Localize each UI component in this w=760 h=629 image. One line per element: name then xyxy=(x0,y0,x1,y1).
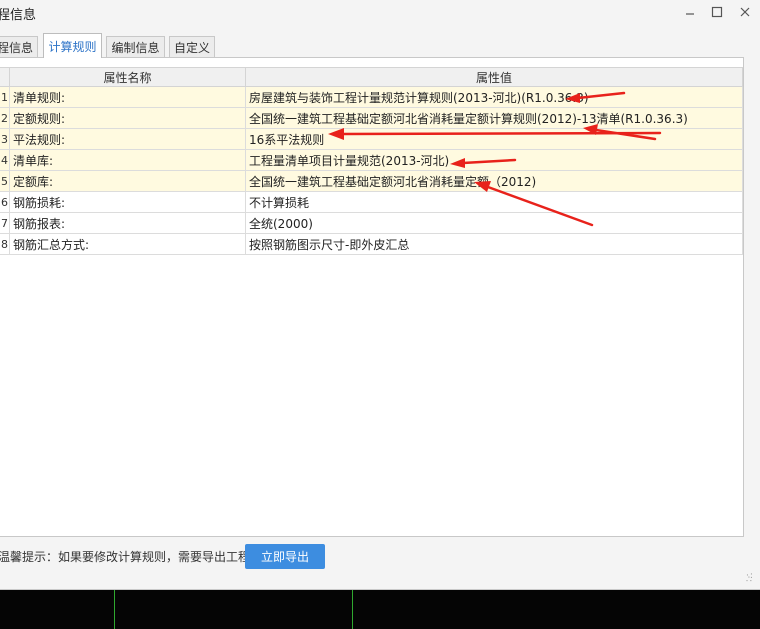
property-value-cell: 全国统一建筑工程基础定额河北省消耗量定额计算规则(2012)-13清单(R1.0… xyxy=(245,107,743,129)
table-row[interactable]: 6 钢筋损耗: 不计算损耗 xyxy=(0,191,743,213)
tab-bar: 程信息 计算规则 编制信息 自定义 xyxy=(0,33,760,58)
tab-calculation-rules[interactable]: 计算规则 xyxy=(43,33,102,58)
property-value-cell: 按照钢筋图示尺寸-即外皮汇总 xyxy=(245,233,743,255)
minimize-button[interactable] xyxy=(679,2,701,22)
property-value-cell: 16系平法规则 xyxy=(245,128,743,150)
maximize-icon xyxy=(711,6,723,18)
property-value-cell: 全统(2000) xyxy=(245,212,743,234)
drawing-canvas[interactable] xyxy=(0,590,760,629)
row-number: 7 xyxy=(0,212,10,234)
table-row[interactable]: 4 清单库: 工程量清单项目计量规范(2013-河北) xyxy=(0,149,743,171)
column-header-name: 属性名称 xyxy=(9,67,246,87)
row-number: 1 xyxy=(0,86,10,108)
export-now-button[interactable]: 立即导出 xyxy=(245,544,325,569)
property-value-cell: 房屋建筑与装饰工程计量规范计算规则(2013-河北)(R1.0.36.3) xyxy=(245,86,743,108)
property-value-cell: 全国统一建筑工程基础定额河北省消耗量定额（2012) xyxy=(245,170,743,192)
property-name-cell: 清单规则: xyxy=(9,86,246,108)
row-number: 5 xyxy=(0,170,10,192)
minimize-icon xyxy=(686,13,694,15)
property-name-cell: 平法规则: xyxy=(9,128,246,150)
project-info-dialog: 程信息 程信息 计算规则 编制信息 自定义 属性名称 属性值 1 清单规则: 房… xyxy=(0,0,760,590)
property-name-cell: 钢筋报表: xyxy=(9,212,246,234)
property-name-cell: 钢筋损耗: xyxy=(9,191,246,213)
rules-panel: 属性名称 属性值 1 清单规则: 房屋建筑与装饰工程计量规范计算规则(2013-河北… xyxy=(0,57,744,537)
table-row[interactable]: 8 钢筋汇总方式: 按照钢筋图示尺寸-即外皮汇总 xyxy=(0,233,743,255)
resize-grip-icon[interactable]: ·: ∴ xyxy=(746,572,758,586)
property-name-cell: 钢筋汇总方式: xyxy=(9,233,246,255)
row-number: 4 xyxy=(0,149,10,171)
tab-compile-info[interactable]: 编制信息 xyxy=(106,36,165,57)
rules-table: 属性名称 属性值 1 清单规则: 房屋建筑与装饰工程计量规范计算规则(2013-河北… xyxy=(0,67,743,255)
table-row[interactable]: 5 定额库: 全国统一建筑工程基础定额河北省消耗量定额（2012) xyxy=(0,170,743,192)
table-row[interactable]: 1 清单规则: 房屋建筑与装饰工程计量规范计算规则(2013-河北)(R1.0.36… xyxy=(0,86,743,108)
property-name-cell: 清单库: xyxy=(9,149,246,171)
property-name-cell: 定额库: xyxy=(9,170,246,192)
row-number: 2 xyxy=(0,107,10,129)
property-name-cell: 定额规则: xyxy=(9,107,246,129)
maximize-button[interactable] xyxy=(706,2,728,22)
column-header-value: 属性值 xyxy=(245,67,743,87)
row-number: 8 xyxy=(0,233,10,255)
close-button[interactable] xyxy=(734,2,756,22)
axis-line xyxy=(352,590,353,629)
hint-text: 温馨提示：如果要修改计算规则，需要导出工程 xyxy=(0,550,251,564)
close-icon xyxy=(740,7,750,17)
axis-line xyxy=(114,590,115,629)
row-number: 6 xyxy=(0,191,10,213)
row-number-header xyxy=(0,67,10,87)
tab-custom[interactable]: 自定义 xyxy=(169,36,215,57)
window-title: 程信息 xyxy=(0,8,37,23)
row-number: 3 xyxy=(0,128,10,150)
property-value-cell: 不计算损耗 xyxy=(245,191,743,213)
table-row[interactable]: 3 平法规则: 16系平法规则 xyxy=(0,128,743,150)
property-value-cell: 工程量清单项目计量规范(2013-河北) xyxy=(245,149,743,171)
tab-project-info[interactable]: 程信息 xyxy=(0,36,38,57)
table-header: 属性名称 属性值 xyxy=(0,67,743,87)
table-row[interactable]: 7 钢筋报表: 全统(2000) xyxy=(0,212,743,234)
table-row[interactable]: 2 定额规则: 全国统一建筑工程基础定额河北省消耗量定额计算规则(2012)-13清… xyxy=(0,107,743,129)
title-bar: 程信息 xyxy=(0,0,760,28)
